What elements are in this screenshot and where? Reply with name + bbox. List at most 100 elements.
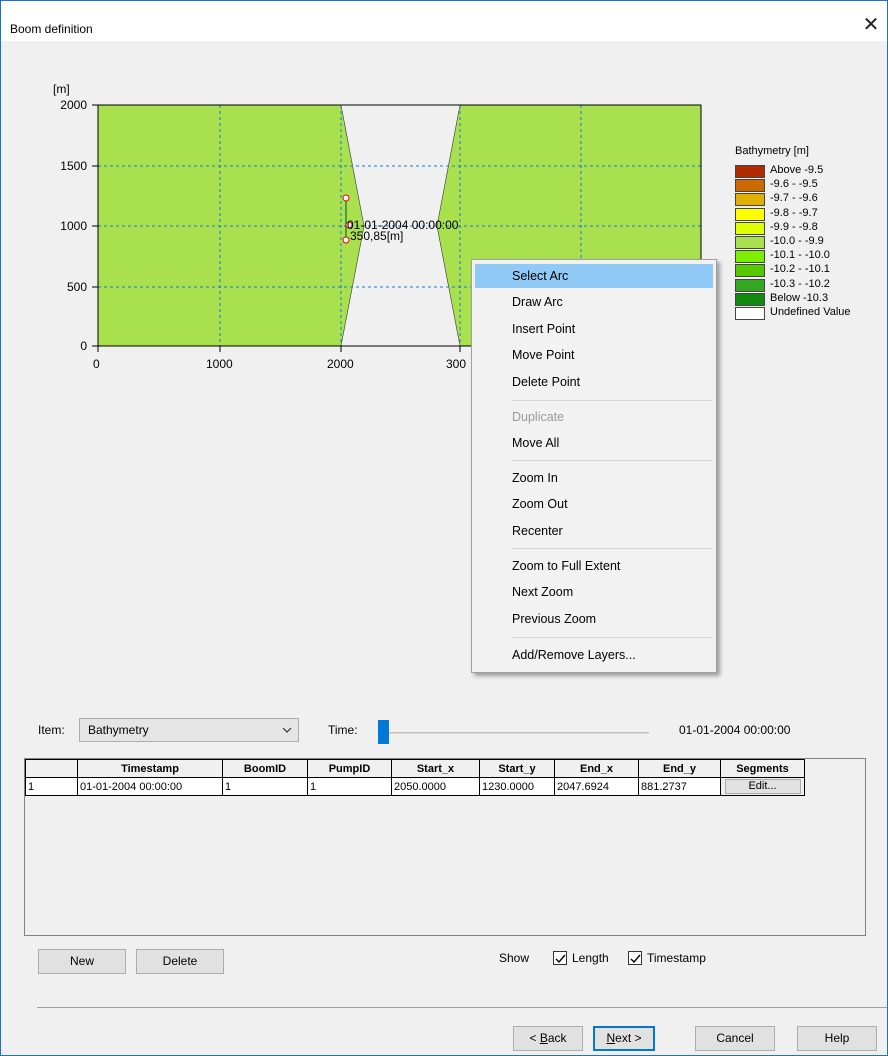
time-slider-thumb[interactable] — [378, 720, 389, 744]
item-select-value: Bathymetry — [88, 723, 149, 737]
delete-button[interactable]: Delete — [136, 949, 224, 974]
cancel-button[interactable]: Cancel — [695, 1026, 775, 1051]
legend-item-label: -10.2 - -10.1 — [770, 263, 830, 276]
cell-end-y[interactable]: 881.2737 — [638, 777, 721, 796]
menu-separator — [512, 548, 712, 549]
show-label: Show — [499, 951, 530, 965]
new-button[interactable]: New — [38, 949, 126, 974]
menu-item-previous-zoom[interactable]: Previous Zoom — [475, 607, 713, 631]
timestamp-checkbox[interactable] — [628, 951, 642, 965]
length-checkbox[interactable] — [553, 951, 567, 965]
legend-item-label: -10.3 - -10.2 — [770, 277, 830, 290]
legend-swatch — [735, 292, 765, 306]
menu-separator — [512, 637, 712, 638]
column-header[interactable]: Start_x — [391, 759, 480, 778]
menu-item-draw-arc[interactable]: Draw Arc — [475, 290, 713, 314]
table-header-row: Timestamp BoomID PumpID Start_x Start_y … — [25, 759, 805, 778]
legend-item: -9.9 - -9.8 — [735, 220, 885, 235]
cell-start-y[interactable]: 1230.0000 — [479, 777, 555, 796]
time-slider-track[interactable] — [381, 732, 649, 734]
y-tick-label: 0 — [80, 339, 87, 353]
menu-item-insert-point[interactable]: Insert Point — [475, 317, 713, 341]
legend-item: -10.2 - -10.1 — [735, 263, 885, 278]
cell-timestamp[interactable]: 01-01-2004 00:00:00 — [77, 777, 223, 796]
y-axis-unit: [m] — [53, 82, 70, 96]
boom-definition-dialog: Boom definition ✕ [m] 2000 1500 1000 500… — [0, 0, 888, 1056]
next-label-rest: ext > — [615, 1031, 642, 1045]
menu-item-move-point[interactable]: Move Point — [475, 343, 713, 367]
boom-end-point[interactable] — [342, 236, 350, 244]
map-view[interactable] — [1, 1, 888, 701]
legend-swatch — [735, 250, 765, 264]
legend-swatch — [735, 193, 765, 207]
legend-swatch — [735, 278, 765, 292]
column-header[interactable]: Segments — [720, 759, 805, 778]
time-value: 01-01-2004 00:00:00 — [679, 723, 791, 737]
menu-item-zoom-out[interactable]: Zoom Out — [475, 492, 713, 516]
next-button[interactable]: Next > — [593, 1026, 655, 1051]
back-button[interactable]: < Back — [513, 1026, 583, 1051]
context-menu: Select Arc Draw Arc Insert Point Move Po… — [471, 259, 717, 673]
legend-item-label: Below -10.3 — [770, 291, 829, 304]
menu-item-next-zoom[interactable]: Next Zoom — [475, 580, 713, 604]
length-checkbox-label[interactable]: Length — [572, 951, 609, 965]
legend-swatch — [735, 307, 765, 320]
time-label: Time: — [328, 723, 358, 737]
menu-item-zoom-in[interactable]: Zoom In — [475, 466, 713, 490]
cell-pumpid[interactable]: 1 — [307, 777, 392, 796]
cell-segments: Edit... — [720, 777, 805, 796]
menu-item-duplicate: Duplicate — [512, 410, 565, 424]
table-row[interactable]: 1 01-01-2004 00:00:00 1 1 2050.0000 1230… — [25, 777, 805, 796]
legend-item: Below -10.3 — [735, 291, 885, 306]
column-header[interactable]: PumpID — [307, 759, 392, 778]
boom-start-point[interactable] — [342, 194, 350, 202]
menu-item-select-arc[interactable]: Select Arc — [475, 264, 713, 288]
legend-item: -9.7 - -9.6 — [735, 192, 885, 207]
y-tick-label: 1000 — [60, 219, 87, 233]
legend-item-label: -10.0 - -9.9 — [770, 235, 824, 247]
legend-item: -10.3 - -10.2 — [735, 277, 885, 292]
help-button[interactable]: Help — [797, 1026, 877, 1051]
boom-length-label: 350,85[m] — [350, 229, 404, 243]
menu-item-move-all[interactable]: Move All — [475, 431, 713, 455]
column-header[interactable]: BoomID — [222, 759, 308, 778]
cell-end-x[interactable]: 2047.6924 — [554, 777, 639, 796]
chevron-down-icon — [282, 719, 292, 750]
cell-start-x[interactable]: 2050.0000 — [391, 777, 480, 796]
legend-item: Above -9.5 — [735, 164, 885, 178]
legend-item: -10.1 - -10.0 — [735, 249, 885, 264]
timestamp-checkbox-label[interactable]: Timestamp — [647, 951, 706, 965]
cell-boomid[interactable]: 1 — [222, 777, 308, 796]
column-header[interactable]: End_y — [638, 759, 721, 778]
legend-item: Undefined Value — [735, 306, 885, 320]
next-accel-key: N — [606, 1031, 616, 1045]
legend-item-label: -10.1 - -10.0 — [770, 249, 830, 262]
row-index[interactable]: 1 — [25, 777, 78, 796]
menu-item-add-remove-layers[interactable]: Add/Remove Layers... — [475, 643, 713, 667]
legend-swatch — [735, 179, 765, 193]
menu-separator — [512, 460, 712, 461]
y-tick-label: 2000 — [60, 98, 87, 112]
legend-item-label: -9.9 - -9.8 — [770, 220, 818, 233]
legend-swatch — [735, 264, 765, 278]
column-header[interactable]: End_x — [554, 759, 639, 778]
y-tick-label: 1500 — [60, 159, 87, 173]
x-tick-label: 1000 — [206, 357, 233, 371]
column-header[interactable]: Timestamp — [77, 759, 223, 778]
menu-item-delete-point[interactable]: Delete Point — [475, 370, 713, 394]
menu-separator — [512, 400, 712, 401]
legend-item: -9.6 - -9.5 — [735, 178, 885, 193]
menu-item-recenter[interactable]: Recenter — [475, 519, 713, 543]
row-header-corner — [25, 759, 78, 778]
legend-title: Bathymetry [m] — [735, 145, 809, 157]
x-tick-label: 0 — [93, 357, 100, 371]
legend-swatch — [735, 221, 765, 235]
menu-item-zoom-full-extent[interactable]: Zoom to Full Extent — [475, 554, 713, 578]
y-tick-label: 500 — [66, 280, 87, 294]
column-header[interactable]: Start_y — [479, 759, 555, 778]
footer-divider — [37, 1007, 887, 1008]
edit-segments-button[interactable]: Edit... — [724, 779, 801, 794]
item-select[interactable]: Bathymetry — [79, 718, 299, 742]
legend-item: -10.0 - -9.9 — [735, 235, 885, 249]
legend-item-label: Undefined Value — [770, 306, 851, 318]
